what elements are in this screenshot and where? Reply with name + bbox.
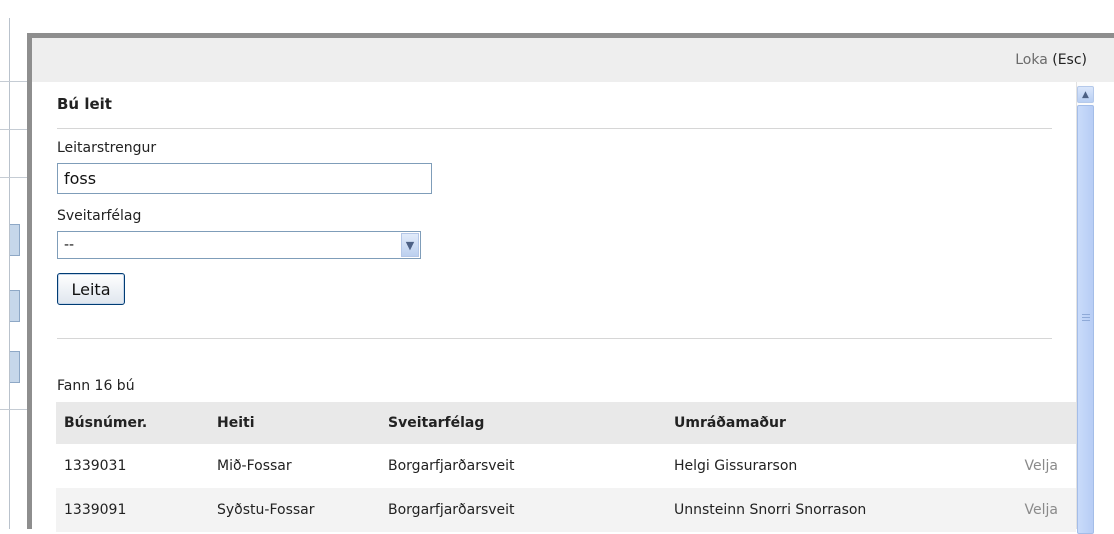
column-header-number: Búsnúmer. bbox=[56, 402, 209, 444]
municipality-selected-value: -- bbox=[64, 237, 75, 253]
farm-manager: Helgi Gissurarson bbox=[674, 458, 798, 474]
search-modal: Loka (Esc) Bú leit Leitarstrengur Sveita… bbox=[27, 33, 1114, 534]
farm-number: 1339031 bbox=[64, 458, 127, 474]
scrollbar-thumb[interactable] bbox=[1077, 105, 1094, 534]
search-button[interactable]: Leita bbox=[57, 273, 125, 305]
background-button bbox=[10, 290, 20, 322]
column-header-manager: Umráðamaður bbox=[666, 402, 964, 444]
search-label: Leitarstrengur bbox=[57, 140, 157, 156]
background-divider bbox=[0, 81, 27, 82]
close-shortcut: (Esc) bbox=[1052, 52, 1087, 68]
grip-icon bbox=[1082, 314, 1090, 322]
table-row: 1339091 Syðstu-Fossar Borgarfjarðarsveit… bbox=[56, 488, 1076, 532]
result-count: Fann 16 bú bbox=[57, 378, 135, 394]
modal-header: Loka (Esc) bbox=[32, 38, 1114, 82]
farm-number: 1339091 bbox=[56, 488, 209, 532]
background-divider bbox=[0, 177, 27, 178]
background-button bbox=[10, 224, 20, 256]
municipality-select[interactable]: -- ▼ bbox=[57, 231, 421, 259]
table-header-row: Búsnúmer. Heiti Sveitarfélag Umráðamaður bbox=[56, 402, 1076, 444]
farm-municipality: Borgarfjarðarsveit bbox=[388, 458, 515, 474]
column-header-action bbox=[964, 402, 1076, 444]
modal-title: Bú leit bbox=[57, 95, 112, 113]
close-link[interactable]: Loka (Esc) bbox=[1015, 52, 1087, 68]
search-input[interactable] bbox=[57, 163, 432, 194]
vertical-scrollbar[interactable]: ▲ bbox=[1076, 82, 1094, 534]
divider bbox=[57, 338, 1052, 339]
column-header-name: Heiti bbox=[209, 402, 380, 444]
results-table: Búsnúmer. Heiti Sveitarfélag Umráðamaður… bbox=[56, 402, 1076, 532]
select-link[interactable]: Velja bbox=[964, 444, 1076, 488]
modal-content: Bú leit Leitarstrengur Sveitarfélag -- ▼… bbox=[32, 82, 1076, 532]
background-divider bbox=[0, 409, 27, 410]
farm-municipality: Borgarfjarðarsveit bbox=[380, 488, 666, 532]
close-label: Loka bbox=[1015, 52, 1048, 68]
select-link[interactable]: Velja bbox=[964, 488, 1076, 532]
farm-name: Mið-Fossar bbox=[217, 458, 292, 474]
chevron-up-icon[interactable]: ▲ bbox=[1077, 86, 1094, 103]
table-row: 1339031 Mið-Fossar Borgarfjarðarsveit He… bbox=[56, 444, 1076, 488]
background-button bbox=[10, 351, 20, 383]
chevron-down-icon[interactable]: ▼ bbox=[401, 233, 419, 257]
divider bbox=[57, 128, 1052, 129]
municipality-label: Sveitarfélag bbox=[57, 208, 142, 224]
background-divider bbox=[0, 129, 27, 130]
farm-manager: Unnsteinn Snorri Snorrason bbox=[666, 488, 964, 532]
background-divider bbox=[9, 18, 10, 529]
farm-name: Syðstu-Fossar bbox=[209, 488, 380, 532]
column-header-municipality: Sveitarfélag bbox=[380, 402, 666, 444]
